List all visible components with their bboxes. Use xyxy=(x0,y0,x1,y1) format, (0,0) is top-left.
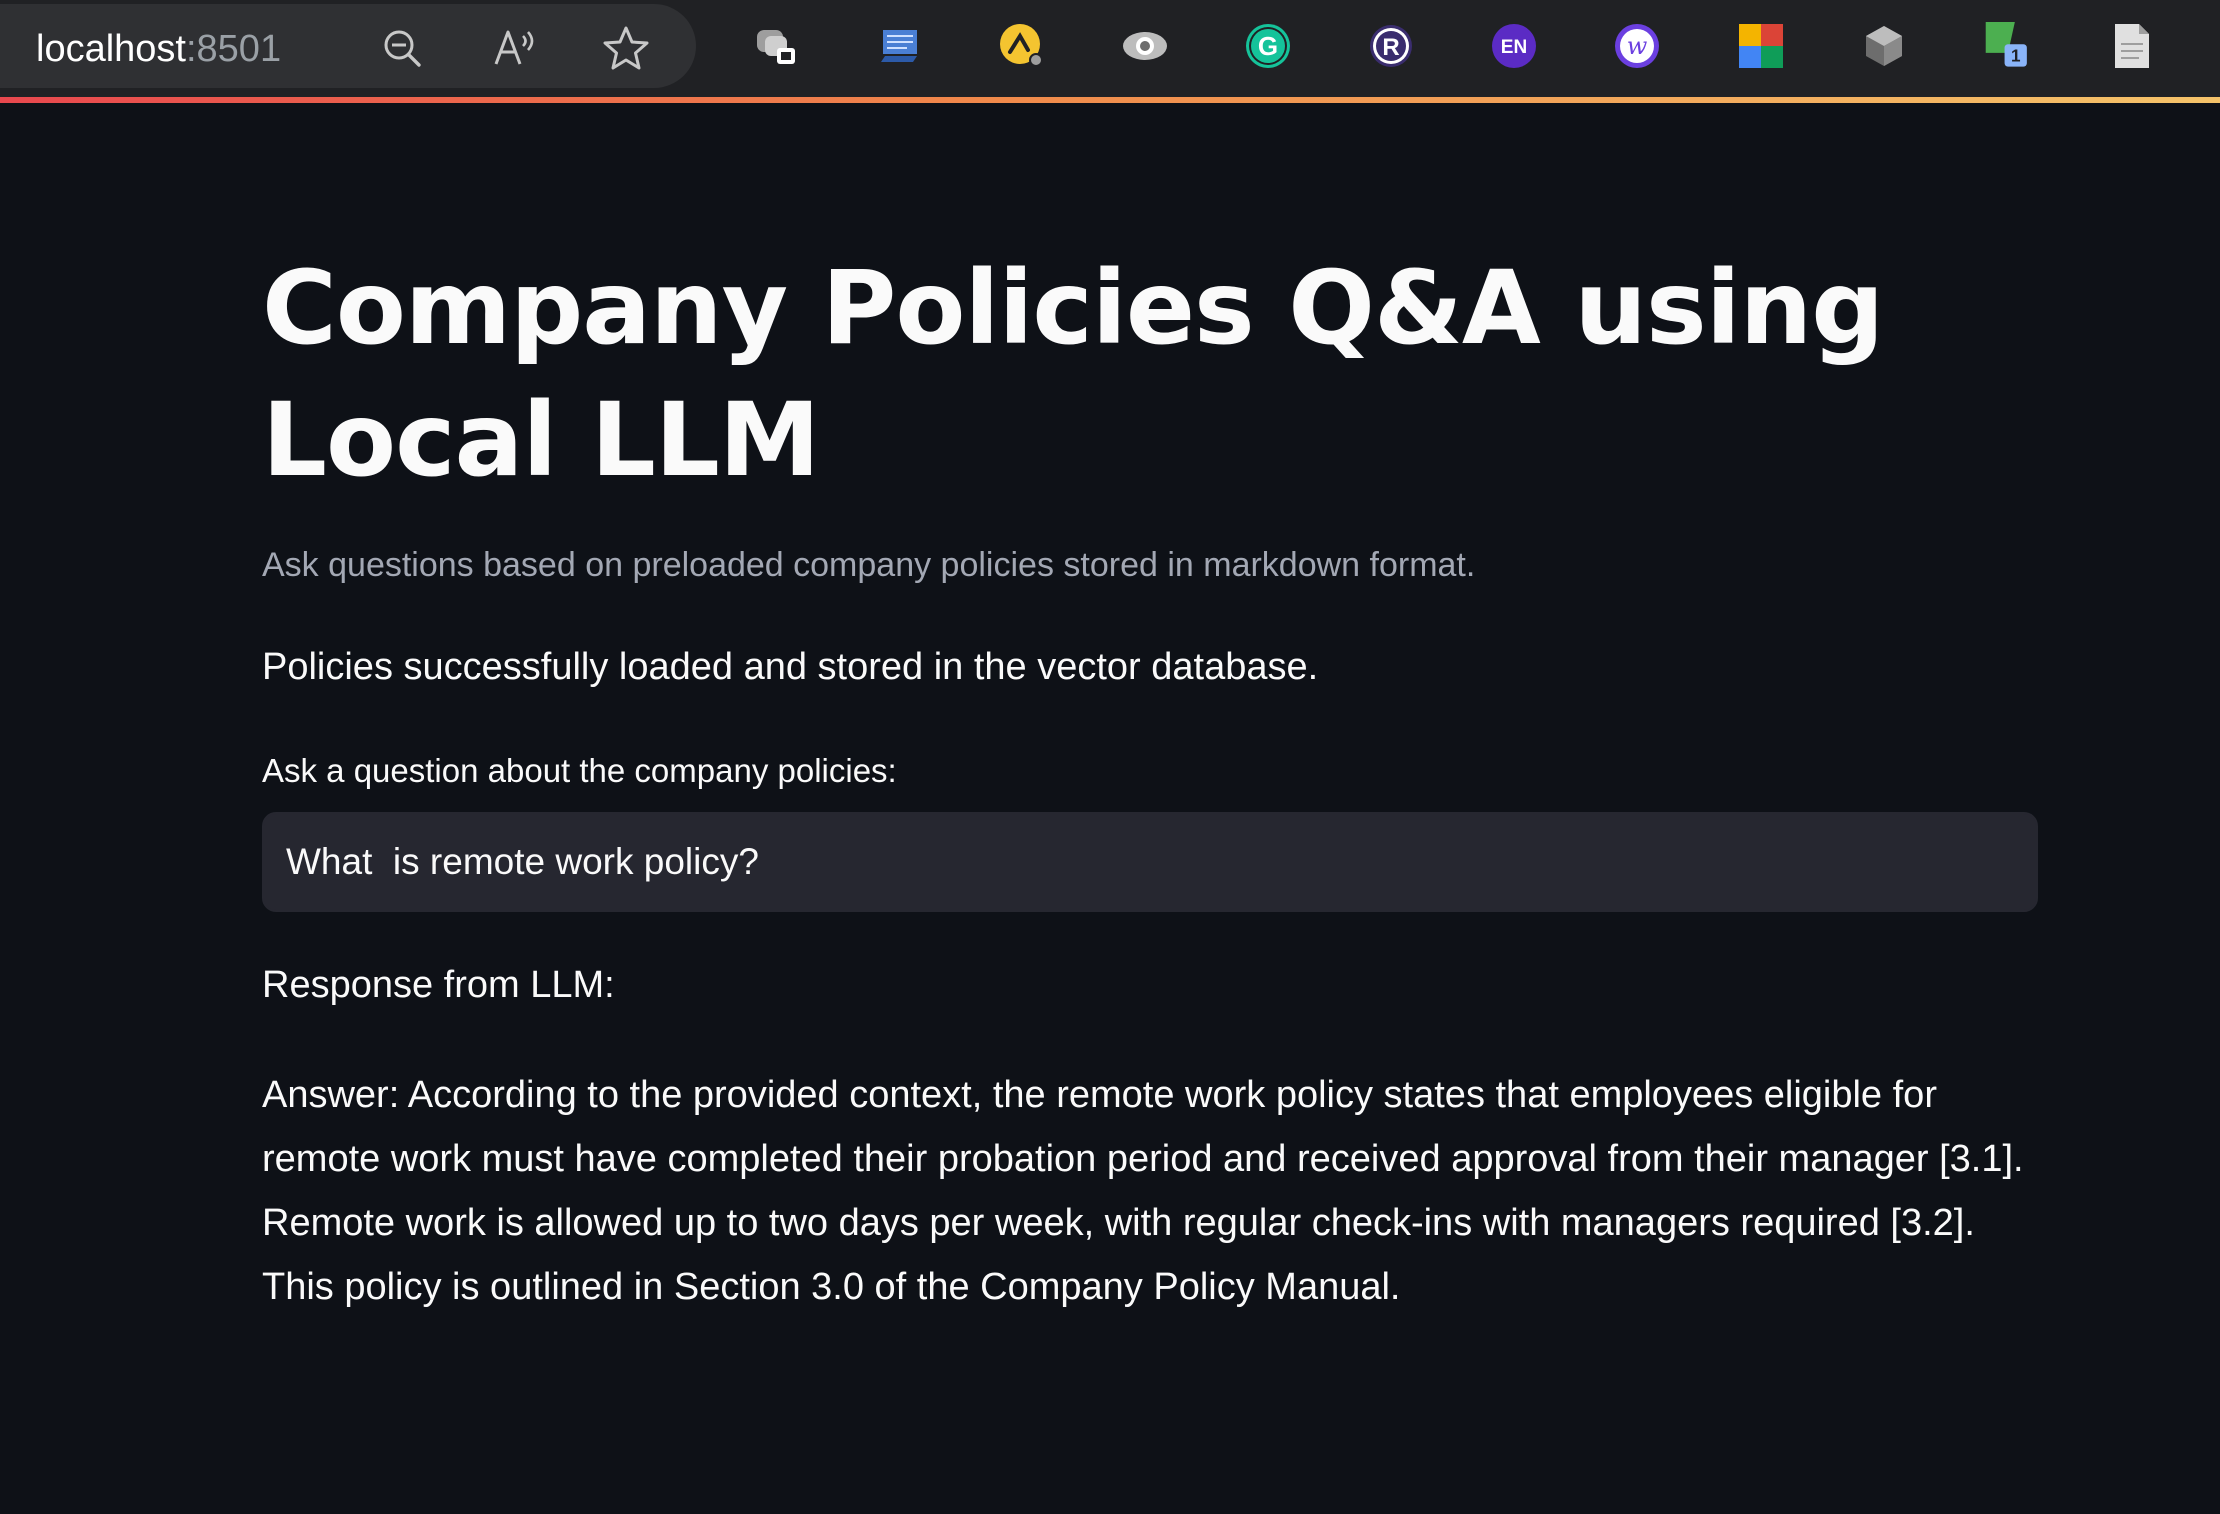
collections-extension-icon[interactable] xyxy=(752,22,800,70)
svg-text:G: G xyxy=(1258,31,1278,61)
question-input[interactable] xyxy=(262,812,2038,912)
zoom-out-icon[interactable] xyxy=(378,24,426,72)
notes-extension-icon[interactable] xyxy=(876,22,924,70)
r-extension-icon[interactable]: R xyxy=(1367,22,1415,70)
page-subtitle: Ask questions based on preloaded company… xyxy=(262,546,1476,584)
favorite-star-icon[interactable] xyxy=(602,24,650,72)
colorful-extension-icon[interactable] xyxy=(1737,22,1785,70)
page-loading-indicator xyxy=(0,97,2220,103)
question-label: Ask a question about the company policie… xyxy=(262,752,897,789)
url-port: :8501 xyxy=(185,28,282,70)
llm-answer: Answer: According to the provided contex… xyxy=(262,1074,2024,1308)
grammarly-extension-icon[interactable]: G xyxy=(1244,22,1292,70)
cube-extension-icon[interactable] xyxy=(1860,22,1908,70)
page-title: Company Policies Q&A using Local LLM xyxy=(262,249,1884,500)
status-message: Policies successfully loaded and stored … xyxy=(262,646,1319,688)
svg-text:w: w xyxy=(1627,32,1648,60)
w-extension-icon[interactable]: w xyxy=(1613,22,1661,70)
arc-extension-icon[interactable] xyxy=(998,22,1046,70)
svg-text:EN: EN xyxy=(1501,37,1527,58)
read-aloud-icon[interactable] xyxy=(492,24,540,72)
language-extension-icon[interactable]: EN xyxy=(1490,22,1538,70)
response-label: Response from LLM: xyxy=(262,964,615,1006)
url-host: localhost xyxy=(36,28,186,70)
svg-text:1: 1 xyxy=(2011,45,2021,65)
address-bar[interactable]: localhost:8501 xyxy=(0,4,696,88)
url-text[interactable]: localhost:8501 xyxy=(36,26,281,72)
page-extension-icon[interactable] xyxy=(2107,22,2155,70)
eye-extension-icon[interactable] xyxy=(1121,22,1169,70)
browser-toolbar: localhost:8501 G R EN w 1 xyxy=(0,0,2220,98)
sheet-extension-icon[interactable]: 1 xyxy=(1984,22,2032,70)
svg-text:R: R xyxy=(1382,34,1399,61)
